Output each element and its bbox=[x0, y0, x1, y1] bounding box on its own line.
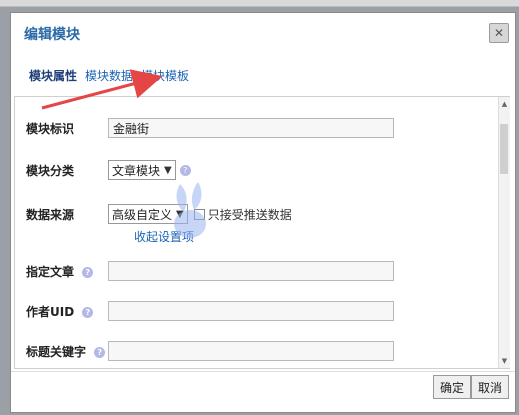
collapse-settings-link[interactable]: 收起设置项 bbox=[134, 228, 194, 245]
row-identifier: 模块标识 金融街 bbox=[26, 117, 394, 139]
source-label: 数据来源 bbox=[26, 207, 75, 222]
identifier-label: 模块标识 bbox=[26, 121, 75, 136]
author-uid-label: 作者UID ? bbox=[26, 303, 108, 320]
row-collapse-link: 收起设置项 bbox=[134, 225, 194, 247]
source-select-value: 高级自定义 bbox=[112, 207, 173, 222]
row-source: 数据来源 高级自定义 ▼ 只接受推送数据 bbox=[26, 203, 292, 225]
cancel-button[interactable]: 取消 bbox=[470, 375, 509, 399]
vertical-scrollbar[interactable]: ▲ ▼ bbox=[498, 97, 510, 368]
article-label: 指定文章 ? bbox=[26, 263, 108, 280]
close-icon: ✕ bbox=[493, 26, 505, 40]
title-keywords-label-text: 标题关键字 bbox=[26, 344, 87, 359]
title-keywords-input[interactable] bbox=[108, 341, 394, 361]
row-author-uid: 作者UID ? bbox=[26, 300, 394, 322]
chevron-down-icon: ▼ bbox=[176, 208, 184, 220]
identifier-input[interactable]: 金融街 bbox=[108, 118, 394, 138]
chevron-down-icon: ▼ bbox=[164, 164, 172, 176]
category-select[interactable]: 文章模块 ▼ bbox=[108, 160, 176, 180]
form-scroll-area[interactable]: 模块标识 金融街 模块分类 文章模块 ▼ ? 数据来源 高级自定义 ▼ 只接受推… bbox=[14, 96, 510, 369]
scroll-down-icon[interactable]: ▼ bbox=[499, 356, 510, 366]
scroll-up-icon[interactable]: ▲ bbox=[499, 99, 510, 109]
close-button[interactable]: ✕ bbox=[489, 23, 509, 43]
scroll-thumb[interactable] bbox=[500, 124, 508, 174]
edit-module-dialog: 编辑模块 ✕ 模块属性 模块数据 模块模板 模块标识 金融街 模块分类 文章模块… bbox=[10, 12, 516, 413]
dialog-title: 编辑模块 bbox=[24, 27, 80, 43]
article-input[interactable] bbox=[108, 261, 394, 281]
tab-module-template[interactable]: 模块模板 bbox=[141, 67, 189, 84]
tab-module-data[interactable]: 模块数据 bbox=[85, 67, 133, 84]
row-category: 模块分类 文章模块 ▼ ? bbox=[26, 159, 191, 181]
category-select-value: 文章模块 bbox=[112, 163, 161, 178]
author-uid-label-text: 作者UID bbox=[26, 304, 75, 319]
push-only-option[interactable]: 只接受推送数据 bbox=[193, 206, 292, 223]
article-label-text: 指定文章 bbox=[26, 264, 75, 279]
row-title-keywords: 标题关键字 ? bbox=[26, 340, 394, 362]
confirm-button[interactable]: 确定 bbox=[432, 375, 471, 399]
source-select[interactable]: 高级自定义 ▼ bbox=[108, 204, 188, 224]
title-keywords-label: 标题关键字 ? bbox=[26, 343, 108, 360]
push-only-label: 只接受推送数据 bbox=[207, 207, 292, 222]
category-label: 模块分类 bbox=[26, 163, 75, 178]
help-icon[interactable]: ? bbox=[94, 346, 106, 358]
background-page bbox=[0, 0, 519, 7]
row-article: 指定文章 ? bbox=[26, 260, 394, 282]
tab-module-properties[interactable]: 模块属性 bbox=[29, 67, 77, 84]
push-only-checkbox[interactable] bbox=[193, 208, 205, 220]
author-uid-input[interactable] bbox=[108, 301, 394, 321]
help-icon[interactable]: ? bbox=[82, 306, 94, 318]
footer-divider bbox=[11, 371, 515, 372]
help-icon[interactable]: ? bbox=[82, 266, 94, 278]
tab-bar: 模块属性 模块数据 模块模板 bbox=[29, 67, 189, 84]
help-icon[interactable]: ? bbox=[179, 164, 191, 176]
